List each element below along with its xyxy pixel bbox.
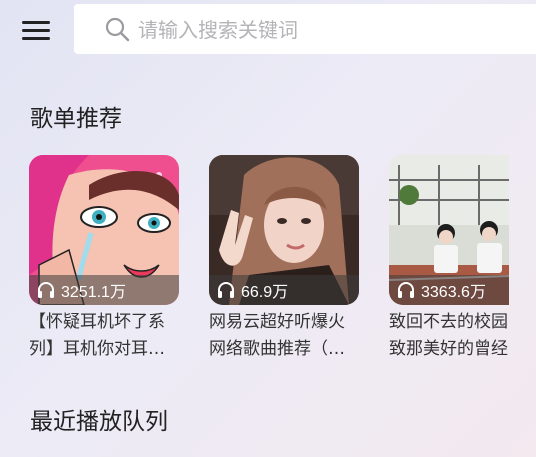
playlist-title-line2[interactable]: 致那美好的曾经	[389, 336, 509, 363]
headphones-icon	[38, 282, 54, 298]
playlist-title-line2[interactable]: 列】耳机你对耳…	[29, 336, 179, 363]
play-count: 3363.6万	[421, 284, 486, 301]
hamburger-menu-icon[interactable]	[22, 18, 52, 42]
search-bar[interactable]	[74, 4, 536, 54]
playlist-card[interactable]: 66.9万 网易云超好听爆火 网络歌曲推荐（…	[209, 155, 359, 363]
headphones-icon	[398, 282, 414, 298]
search-input[interactable]	[136, 13, 520, 47]
play-count: 66.9万	[241, 284, 289, 301]
playlist-title-line2[interactable]: 网络歌曲推荐（…	[209, 336, 359, 363]
play-count-overlay: 66.9万	[209, 275, 359, 305]
playlist-title-line1[interactable]: 网易云超好听爆火	[209, 309, 359, 336]
section-title-recent-queue: 最近播放队列	[30, 409, 168, 435]
playlist-row: 3251.1万 【怀疑耳机坏了系 列】耳机你对耳… 66.9万 网易云超好听爆火…	[29, 155, 509, 370]
play-count-overlay: 3363.6万	[389, 275, 509, 305]
playlist-cover[interactable]: 66.9万	[209, 155, 359, 305]
headphones-icon	[218, 282, 234, 298]
playlist-title-line1[interactable]: 致回不去的校园	[389, 309, 509, 336]
section-title-recommended: 歌单推荐	[30, 106, 122, 132]
playlist-title-line1[interactable]: 【怀疑耳机坏了系	[29, 309, 179, 336]
play-count-overlay: 3251.1万	[29, 275, 179, 305]
playlist-cover[interactable]: 3363.6万	[389, 155, 509, 305]
play-count: 3251.1万	[61, 284, 126, 301]
playlist-cover[interactable]: 3251.1万	[29, 155, 179, 305]
playlist-card[interactable]: 3363.6万 致回不去的校园 致那美好的曾经	[389, 155, 509, 363]
search-icon	[105, 17, 130, 42]
playlist-card[interactable]: 3251.1万 【怀疑耳机坏了系 列】耳机你对耳…	[29, 155, 179, 363]
